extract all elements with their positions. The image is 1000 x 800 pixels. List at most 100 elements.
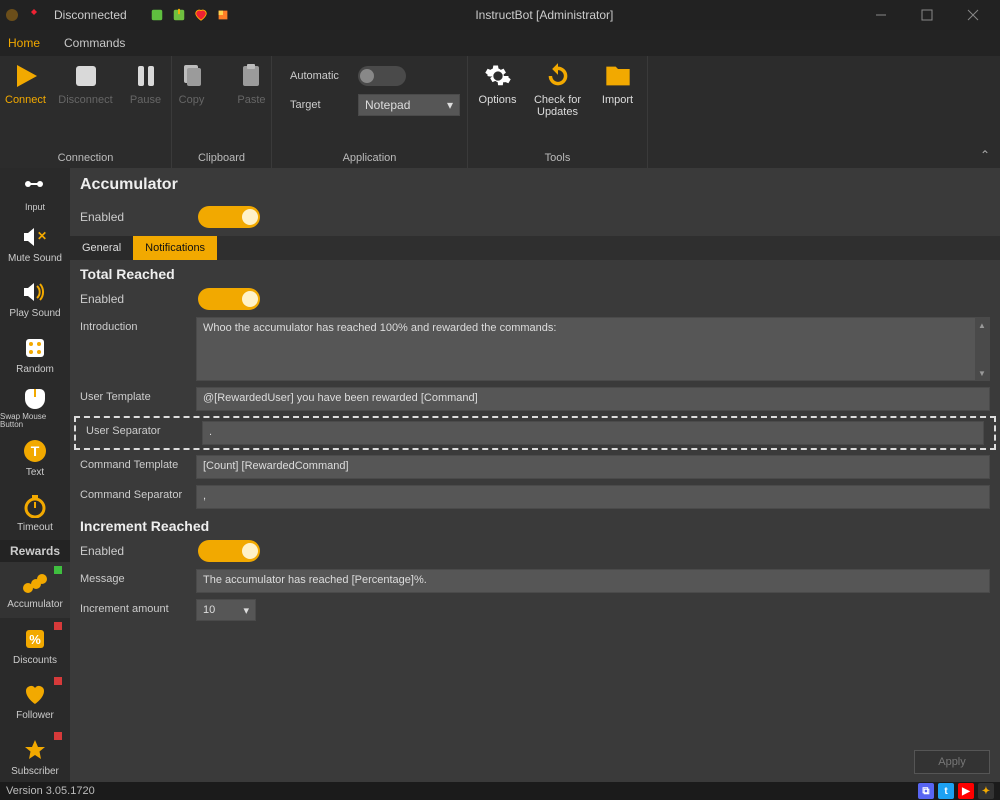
status-dot [54,732,62,740]
collapse-ribbon-icon[interactable]: ⌃ [980,148,990,162]
check-updates-button[interactable]: Check for Updates [531,60,585,118]
ribbon-group-clipboard: Copy Paste [172,56,272,148]
tab-general[interactable]: General [70,236,133,260]
disconnect-button[interactable]: Disconnect [59,60,113,106]
section-increment-reached: Increment Reached [70,512,1000,536]
paste-label: Paste [237,94,265,106]
tb-icon-3[interactable] [193,7,209,23]
total-reached-enabled-toggle[interactable] [198,288,260,310]
pause-icon [130,60,162,92]
group-label-clipboard: Clipboard [172,148,272,168]
sidebar-item-playsound[interactable]: Play Sound [0,271,70,326]
play-icon [10,60,42,92]
maximize-button[interactable] [904,0,950,30]
star-icon [21,736,49,764]
accumulator-icon [21,569,49,597]
copy-label: Copy [179,94,205,106]
app-mini-icon[interactable]: ✦ [978,783,994,799]
user-template-label: User Template [80,387,188,403]
content-panel: Accumulator Enabled General Notification… [70,168,1000,784]
automatic-label: Automatic [290,70,350,82]
sidebar-item-subscriber[interactable]: Subscriber [0,728,70,783]
tb-icon-4[interactable] [215,7,231,23]
close-button[interactable] [950,0,996,30]
scroll-down-icon[interactable]: ▼ [975,366,989,380]
import-button[interactable]: Import [591,60,645,106]
target-value: Notepad [365,98,410,112]
scrollbar[interactable]: ▲ ▼ [975,318,989,380]
discord-icon[interactable]: ⧉ [918,783,934,799]
svg-text:✕: ✕ [37,229,47,243]
options-label: Options [479,94,517,106]
target-dropdown[interactable]: Notepad ▾ [358,94,460,116]
apply-button[interactable]: Apply [914,750,990,774]
ribbon-group-tools: Options Check for Updates Import [468,56,648,148]
automatic-toggle[interactable] [358,66,406,86]
tb-icon-1[interactable] [149,7,165,23]
group-label-tools: Tools [468,148,648,168]
menu-commands[interactable]: Commands [64,36,125,50]
sidebar-item-accumulator[interactable]: Accumulator [0,562,70,617]
disconnect-label: Disconnect [58,94,112,106]
titlebar: Disconnected InstructBot [Administrator] [0,0,1000,30]
sidebar-item-discounts[interactable]: % Discounts [0,618,70,673]
paste-icon [236,60,268,92]
section-total-reached: Total Reached [70,260,1000,284]
copy-icon [176,60,208,92]
message-value: The accumulator has reached [Percentage]… [203,574,427,586]
twitter-icon[interactable]: t [938,783,954,799]
tab-notifications[interactable]: Notifications [133,236,217,260]
message-label: Message [80,569,188,585]
sidebar-item-label: Random [16,364,54,375]
main-area: Input ✕ Mute Sound Play Sound Random Swa… [0,168,1000,784]
message-input[interactable]: The accumulator has reached [Percentage]… [196,569,990,593]
tr-enabled-label: Enabled [80,292,188,306]
pause-label: Pause [130,94,161,106]
introduction-input[interactable]: Whoo the accumulator has reached 100% an… [196,317,990,381]
page-title: Accumulator [70,168,1000,202]
sidebar-section-rewards: Rewards [0,540,70,562]
connect-button[interactable]: Connect [0,60,53,106]
sidebar-item-text[interactable]: T Text [0,429,70,484]
sidebar-item-label: Input [25,202,45,212]
increment-amount-value: 10 [203,604,215,616]
menu-home[interactable]: Home [8,36,40,50]
sidebar-item-timeout[interactable]: Timeout [0,485,70,540]
sidebar-item-label: Play Sound [9,308,60,319]
user-template-input[interactable]: @[RewardedUser] you have been rewarded [… [196,387,990,411]
accumulator-enabled-toggle[interactable] [198,206,260,228]
sidebar-item-mutesound[interactable]: ✕ Mute Sound [0,216,70,271]
sidebar-item-label: Accumulator [7,599,63,610]
minimize-button[interactable] [858,0,904,30]
paste-button[interactable]: Paste [225,60,279,106]
increment-enabled-toggle[interactable] [198,540,260,562]
sidebar-item-follower[interactable]: Follower [0,673,70,728]
heart-icon [21,680,49,708]
ribbon-group-application: Automatic Target Notepad ▾ [272,56,468,148]
youtube-icon[interactable]: ▶ [958,783,974,799]
command-separator-input[interactable]: , [196,485,990,509]
introduction-value: Whoo the accumulator has reached 100% an… [203,322,556,334]
command-template-input[interactable]: [Count] [RewardedCommand] [196,455,990,479]
options-button[interactable]: Options [471,60,525,106]
increment-amount-label: Increment amount [80,599,188,615]
command-separator-value: , [203,490,206,502]
input-icon [21,172,49,200]
user-separator-value: . [209,426,212,438]
user-separator-input[interactable]: . [202,421,984,445]
status-dot [54,622,62,630]
connection-status: Disconnected [54,8,127,22]
window-title: InstructBot [Administrator] [231,8,858,22]
sidebar-item-swapmouse[interactable]: Swap Mouse Button [0,382,70,430]
stop-icon [70,60,102,92]
sidebar-item-random[interactable]: Random [0,326,70,381]
increment-amount-dropdown[interactable]: 10 ▾ [196,599,256,621]
import-label: Import [602,94,633,106]
sidebar-item-input[interactable]: Input [0,168,70,216]
user-template-value: @[RewardedUser] you have been rewarded [… [203,392,478,404]
app-icon [4,7,20,23]
copy-button[interactable]: Copy [165,60,219,106]
scroll-up-icon[interactable]: ▲ [975,318,989,332]
group-label-application: Application [272,148,468,168]
tb-icon-2[interactable] [171,7,187,23]
